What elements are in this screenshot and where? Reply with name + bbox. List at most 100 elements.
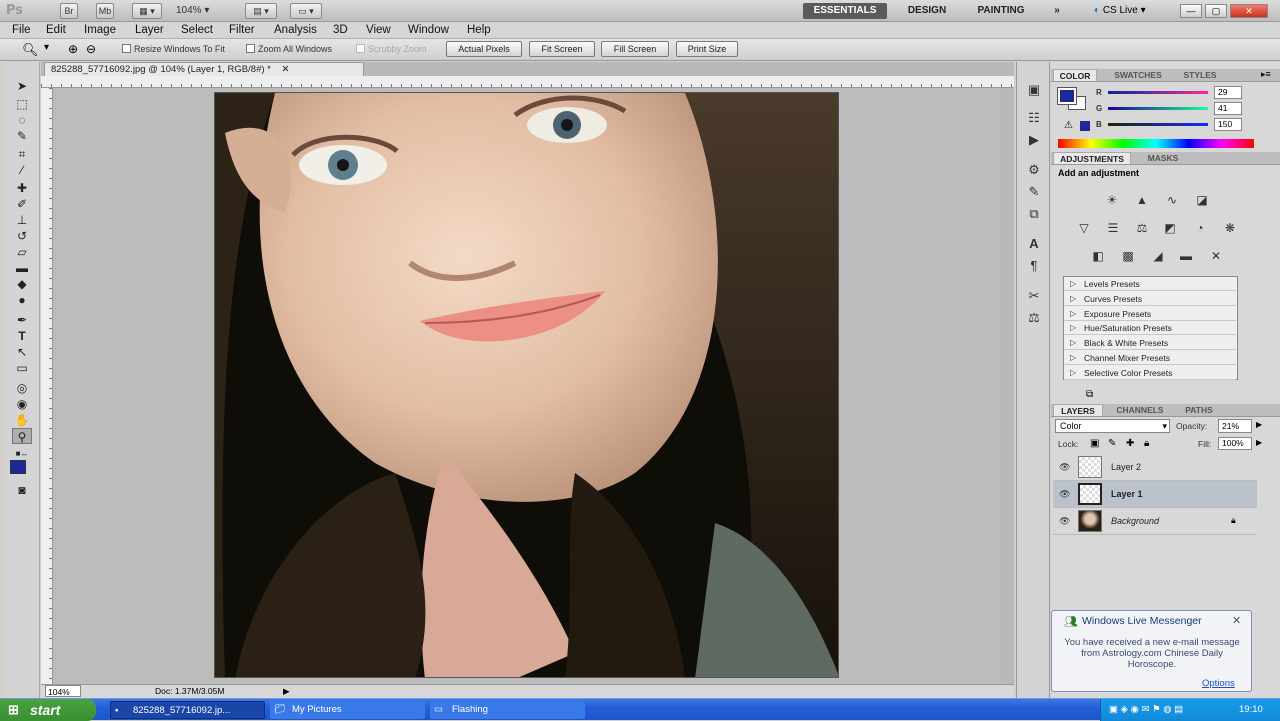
crop-tool-icon[interactable]: ⌗: [12, 146, 32, 162]
menu-view[interactable]: View: [366, 22, 391, 39]
lock-pixels-icon[interactable]: ✎: [1108, 438, 1116, 449]
messenger-notification[interactable]: 👥︎ Windows Live Messenger ✕ You have rec…: [1051, 610, 1252, 692]
marquee-tool-icon[interactable]: ⬚: [12, 96, 32, 112]
bridge-button[interactable]: Br: [60, 3, 78, 19]
resize-windows-checkbox[interactable]: Resize Windows To Fit: [122, 43, 225, 56]
taskbar-flashing[interactable]: ▭ Flashing: [430, 701, 585, 719]
visibility-eye-icon[interactable]: 👁︎: [1059, 489, 1071, 499]
gradient-map-icon[interactable]: ▬: [1176, 249, 1196, 263]
green-slider[interactable]: [1108, 107, 1208, 110]
tool-presets-icon[interactable]: ⚙: [1025, 162, 1043, 178]
path-selection-tool-icon[interactable]: ↖: [12, 344, 32, 360]
lasso-tool-icon[interactable]: ◌: [12, 112, 32, 128]
fill-slider-arrow[interactable]: ▶: [1256, 438, 1262, 447]
opacity-input[interactable]: 21%: [1218, 419, 1252, 433]
history-brush-tool-icon[interactable]: ↺: [12, 228, 32, 244]
preset-exposure[interactable]: Exposure Presets: [1064, 307, 1236, 321]
workspace-essentials[interactable]: ESSENTIALS: [803, 3, 887, 19]
character-icon[interactable]: A: [1025, 236, 1043, 252]
red-slider[interactable]: [1108, 91, 1208, 94]
preset-black-white[interactable]: Black & White Presets: [1064, 336, 1236, 350]
photo-filter-icon[interactable]: ◔: [1190, 221, 1210, 235]
paragraph-icon[interactable]: ¶: [1025, 258, 1043, 274]
curves-icon[interactable]: ∿: [1162, 193, 1182, 207]
gamut-color-chip[interactable]: [1080, 121, 1090, 131]
tool-preset-picker[interactable]: ▾: [44, 42, 49, 53]
zoom-all-windows-checkbox[interactable]: Zoom All Windows: [246, 43, 332, 56]
pen-tool-icon[interactable]: ✒: [12, 312, 32, 328]
hue-saturation-icon[interactable]: ☰: [1103, 221, 1123, 235]
dodge-tool-icon[interactable]: ●: [12, 292, 32, 308]
menu-layer[interactable]: Layer: [135, 22, 164, 39]
move-tool-icon[interactable]: ➤: [12, 78, 32, 94]
clock[interactable]: 19:10: [1239, 699, 1263, 721]
red-value-input[interactable]: 29: [1214, 86, 1242, 99]
tab-paths[interactable]: PATHS: [1179, 404, 1219, 416]
posterize-icon[interactable]: ▩: [1118, 249, 1138, 263]
foreground-color-swatch[interactable]: [10, 460, 26, 474]
menu-filter[interactable]: Filter: [229, 22, 255, 39]
messenger-body[interactable]: You have received a new e-mail message f…: [1062, 637, 1242, 670]
3d-rotate-tool-icon[interactable]: ◎: [12, 380, 32, 396]
visibility-eye-icon[interactable]: 👁︎: [1059, 516, 1071, 526]
history-icon[interactable]: ☷: [1025, 110, 1043, 126]
menu-help[interactable]: Help: [467, 22, 491, 39]
arrange-documents-button[interactable]: ▤ ▾: [245, 3, 277, 19]
measurement-icon[interactable]: ⚖: [1025, 310, 1043, 326]
tray-icons[interactable]: ▣ ◈ ◉ ✉ ⚑ ◍ ▤: [1109, 699, 1183, 721]
status-menu-arrow[interactable]: ▶: [283, 685, 290, 698]
cs-live-button[interactable]: ◐ CS Live ▾: [1094, 3, 1164, 19]
fit-screen-button[interactable]: Fit Screen: [529, 41, 595, 57]
gradient-tool-icon[interactable]: ▬: [12, 260, 32, 276]
green-value-input[interactable]: 41: [1214, 102, 1242, 115]
brush-tool-icon[interactable]: ✐: [12, 196, 32, 212]
zoom-level-select[interactable]: 104% ▾: [176, 3, 234, 19]
taskbar-photoshop[interactable]: ▪ 825288_57716092.jp...: [110, 701, 265, 719]
quick-selection-tool-icon[interactable]: ✎: [12, 128, 32, 144]
maximize-button[interactable]: ▢: [1205, 4, 1227, 18]
invert-icon[interactable]: ◧: [1088, 249, 1108, 263]
mini-bridge-icon[interactable]: ▣: [1025, 82, 1043, 98]
eyedropper-tool-icon[interactable]: ⁄: [12, 162, 32, 178]
layer-row-layer1[interactable]: 👁︎ Layer 1: [1053, 481, 1257, 508]
menu-edit[interactable]: Edit: [46, 22, 66, 39]
panel-menu-icon[interactable]: ▸≡: [1261, 69, 1271, 80]
layer-row-background[interactable]: 👁︎ Background 🔒︎: [1053, 508, 1257, 535]
lock-transparency-icon[interactable]: ▣: [1090, 438, 1099, 449]
minimize-button[interactable]: —: [1180, 4, 1202, 18]
fill-screen-button[interactable]: Fill Screen: [601, 41, 669, 57]
3d-orbit-tool-icon[interactable]: ◉: [12, 396, 32, 412]
more-workspaces-button[interactable]: »: [1045, 3, 1069, 19]
eraser-tool-icon[interactable]: ▱: [12, 244, 32, 260]
preset-selective-color[interactable]: Selective Color Presets: [1064, 366, 1236, 380]
exposure-icon[interactable]: ◪: [1192, 193, 1212, 207]
quick-mask-icon[interactable]: ◙: [12, 482, 32, 498]
tab-swatches[interactable]: SWATCHES: [1109, 69, 1167, 81]
close-button[interactable]: ✕: [1230, 4, 1268, 18]
zoom-tool-icon[interactable]: 🔍︎: [22, 42, 39, 58]
clip-to-layer-icon[interactable]: ⧉: [1086, 389, 1093, 400]
close-document-icon[interactable]: ✕: [282, 64, 290, 75]
close-icon[interactable]: ✕: [1232, 614, 1241, 627]
channel-mixer-icon[interactable]: ❋: [1220, 221, 1240, 235]
menu-analysis[interactable]: Analysis: [274, 22, 317, 39]
preset-levels[interactable]: Levels Presets: [1064, 277, 1236, 291]
tab-masks[interactable]: MASKS: [1143, 152, 1183, 164]
tab-adjustments[interactable]: ADJUSTMENTS: [1053, 152, 1131, 164]
blue-slider[interactable]: [1108, 123, 1208, 126]
blend-mode-select[interactable]: Color ▾: [1055, 419, 1170, 433]
actions-icon[interactable]: ▶: [1025, 132, 1043, 148]
brightness-contrast-icon[interactable]: ☀: [1102, 193, 1122, 207]
black-white-icon[interactable]: ◩: [1160, 221, 1180, 235]
clone-source-icon[interactable]: ⧉: [1025, 206, 1043, 222]
zoom-in-icon[interactable]: ⊕: [68, 42, 78, 56]
preset-hue-saturation[interactable]: Hue/Saturation Presets: [1064, 321, 1236, 335]
scrubby-zoom-checkbox[interactable]: Scrubby Zoom: [356, 43, 427, 56]
blue-value-input[interactable]: 150: [1214, 118, 1242, 131]
lock-all-icon[interactable]: 🔒︎: [1144, 438, 1149, 449]
tab-channels[interactable]: CHANNELS: [1111, 404, 1169, 416]
menu-3d[interactable]: 3D: [333, 22, 348, 39]
shape-tool-icon[interactable]: ▭: [12, 360, 32, 376]
tab-layers[interactable]: LAYERS: [1053, 404, 1103, 416]
screen-mode-button[interactable]: ▭ ▾: [290, 3, 322, 19]
